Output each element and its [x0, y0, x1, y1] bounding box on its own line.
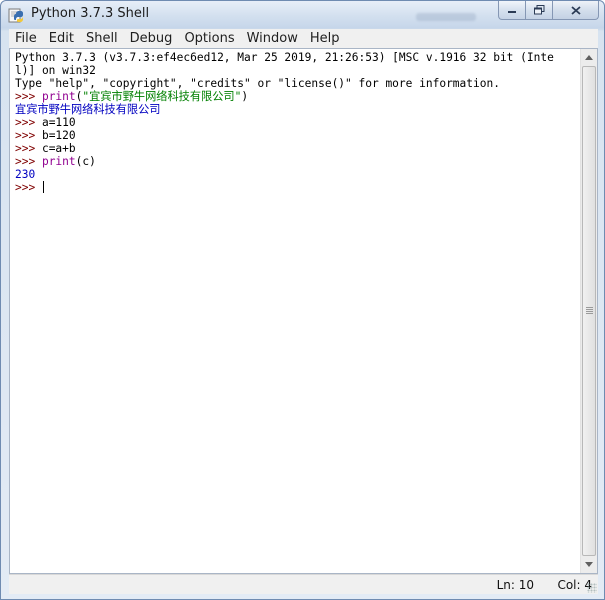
menu-file[interactable]: File	[9, 29, 43, 48]
shell-prompt: >>>	[15, 129, 42, 142]
text-cursor	[42, 181, 44, 193]
shell-line: >>>	[15, 181, 581, 194]
idle-shell-window: Python 3.7.3 Shell File Edit Shell Debug…	[0, 0, 605, 600]
shell-line: l)] on win32	[15, 64, 581, 77]
background-window-blur	[416, 13, 476, 21]
title-bar[interactable]: Python 3.7.3 Shell	[1, 1, 604, 28]
shell-line: >>> b=120	[15, 129, 581, 142]
shell-line: 宜宾市野牛网络科技有限公司	[15, 103, 581, 116]
shell-text-area[interactable]: Python 3.7.3 (v3.7.3:ef4ec6ed12, Mar 25 …	[10, 49, 581, 573]
close-button[interactable]	[553, 1, 599, 20]
shell-code: (c)	[75, 155, 96, 168]
menu-shell[interactable]: Shell	[80, 29, 124, 48]
python-idle-icon[interactable]	[7, 6, 25, 24]
resize-grip-icon[interactable]	[587, 583, 597, 593]
shell-output: 230	[15, 168, 36, 181]
minimize-icon	[508, 11, 516, 13]
window-title: Python 3.7.3 Shell	[31, 6, 150, 21]
shell-line: >>> print("宜宾市野牛网络科技有限公司")	[15, 90, 581, 103]
shell-line: >>> c=a+b	[15, 142, 581, 155]
shell-prompt: >>>	[15, 90, 42, 103]
minimize-button[interactable]	[498, 1, 526, 20]
scroll-up-arrow-icon	[585, 55, 593, 60]
menu-window[interactable]: Window	[241, 29, 304, 48]
scroll-thumb[interactable]	[582, 66, 596, 556]
menu-edit[interactable]: Edit	[43, 29, 80, 48]
scroll-down-button[interactable]	[581, 556, 597, 573]
shell-line: Type "help", "copyright", "credits" or "…	[15, 77, 581, 90]
shell-prompt: >>>	[15, 155, 42, 168]
shell-prompt: >>>	[15, 181, 42, 194]
shell-line: >>> print(c)	[15, 155, 581, 168]
shell-code: l)] on win32	[15, 64, 96, 77]
vertical-scrollbar[interactable]	[580, 49, 597, 573]
shell-output: 宜宾市野牛网络科技有限公司	[15, 103, 161, 116]
shell-code: print	[41, 90, 76, 103]
shell-code: )	[241, 90, 249, 103]
menu-debug[interactable]: Debug	[124, 29, 179, 48]
menu-options[interactable]: Options	[178, 29, 240, 48]
shell-line: >>> a=110	[15, 116, 581, 129]
shell-code: print	[41, 155, 76, 168]
status-bar: Ln: 10 Col: 4	[9, 574, 598, 594]
shell-code: Type "help", "copyright", "credits" or "…	[15, 77, 500, 90]
shell-line: Python 3.7.3 (v3.7.3:ef4ec6ed12, Mar 25 …	[15, 51, 581, 64]
shell-prompt: >>>	[15, 142, 42, 155]
close-icon	[570, 5, 581, 15]
caption-buttons	[498, 1, 599, 20]
maximize-icon	[533, 5, 544, 15]
menu-help[interactable]: Help	[304, 29, 346, 48]
shell-code: c=a+b	[41, 142, 76, 155]
shell-code: a=110	[41, 116, 76, 129]
scroll-up-button[interactable]	[581, 49, 597, 66]
shell-code: b=120	[41, 129, 76, 142]
status-line-number: Ln: 10	[496, 578, 534, 592]
menu-bar: File Edit Shell Debug Options Window Hel…	[9, 29, 598, 48]
maximize-button[interactable]	[526, 1, 553, 20]
shell-code: "宜宾市野牛网络科技有限公司"	[82, 90, 242, 103]
shell-prompt: >>>	[15, 116, 42, 129]
scroll-thumb-grip	[586, 307, 593, 314]
shell-code: Python 3.7.3 (v3.7.3:ef4ec6ed12, Mar 25 …	[15, 51, 554, 64]
shell-line: 230	[15, 168, 581, 181]
scroll-down-arrow-icon	[585, 562, 593, 567]
shell-editor: Python 3.7.3 (v3.7.3:ef4ec6ed12, Mar 25 …	[9, 48, 598, 574]
